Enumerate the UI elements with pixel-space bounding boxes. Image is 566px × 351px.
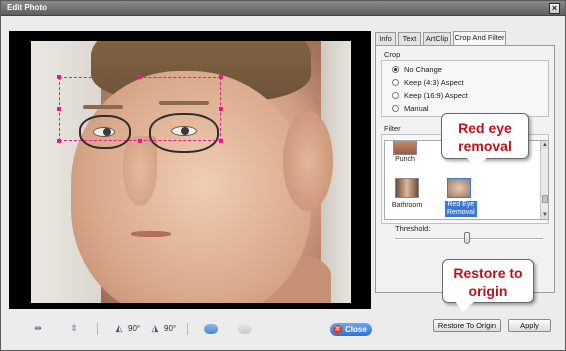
- next-icon[interactable]: [238, 324, 252, 334]
- toolbar-divider: [97, 323, 98, 335]
- tab-artclip[interactable]: ArtClip: [423, 32, 451, 45]
- restore-callout: Restore to origin: [442, 259, 534, 312]
- threshold-label: Threshold:: [395, 224, 431, 233]
- scroll-down-icon[interactable]: ▼: [541, 211, 548, 219]
- callout-line: removal: [458, 138, 512, 154]
- selection-handle[interactable]: [57, 75, 61, 79]
- punch-thumbnail[interactable]: [393, 141, 417, 155]
- radio-button-icon: [392, 66, 399, 73]
- radio-button-icon: [392, 79, 399, 86]
- red-eye-thumbnail[interactable]: [447, 178, 471, 198]
- close-button-label: Close: [345, 325, 367, 334]
- rotate-left-angle[interactable]: 90°: [128, 324, 140, 333]
- crop-option-16-9[interactable]: Keep (16:9) Aspect: [392, 90, 468, 101]
- crop-label: Crop: [384, 50, 401, 59]
- selection-handle[interactable]: [57, 107, 61, 111]
- crop-option-manual[interactable]: Manual: [392, 103, 429, 114]
- filter-label-bathroom[interactable]: Bathroom: [387, 202, 427, 210]
- selection-handle[interactable]: [138, 75, 142, 79]
- filter-label-line: Removal: [447, 209, 475, 216]
- close-icon: ✕: [333, 325, 342, 334]
- crop-group: No Change Keep (4:3) Aspect Keep (16:9) …: [381, 60, 549, 117]
- selection-handle[interactable]: [57, 139, 61, 143]
- edit-photo-window: Edit Photo × ⇹ ⇳ ◭ 90° ◮ 90° ✕ Close Inf…: [0, 0, 566, 351]
- filter-label-red-eye-removal[interactable]: Red Eye Removal: [445, 201, 477, 217]
- scrollbar-thumb[interactable]: [542, 195, 548, 203]
- crop-filter-panel: Crop No Change Keep (4:3) Aspect Keep (1…: [375, 45, 555, 293]
- image-toolbar: ⇹ ⇳ ◭ 90° ◮ 90° ✕ Close: [9, 319, 372, 339]
- selection-handle[interactable]: [138, 139, 142, 143]
- photo-image: [31, 41, 351, 303]
- toolbar-divider: [187, 323, 188, 335]
- crop-option-label: Keep (4:3) Aspect: [404, 78, 464, 87]
- radio-button-icon: [392, 92, 399, 99]
- scroll-up-icon[interactable]: ▲: [541, 141, 548, 149]
- filter-label: Filter: [384, 124, 401, 133]
- flip-horizontal-icon[interactable]: ⇹: [31, 322, 45, 335]
- threshold-slider-thumb[interactable]: [464, 232, 470, 244]
- window-title: Edit Photo: [7, 3, 47, 12]
- filter-scrollbar[interactable]: ▲ ▼: [540, 141, 548, 219]
- radio-button-icon: [392, 105, 399, 112]
- rotate-right-icon[interactable]: ◮: [149, 322, 161, 335]
- tab-crop-and-filter[interactable]: Crop And Filter: [453, 31, 506, 45]
- filter-label-line: Red Eye: [447, 201, 475, 208]
- crop-option-label: No Change: [404, 65, 442, 74]
- restore-to-origin-button[interactable]: Restore To Origin: [433, 319, 501, 332]
- photo-nose: [123, 136, 157, 206]
- callout-line: origin: [468, 283, 508, 299]
- crop-selection-box[interactable]: [59, 77, 221, 141]
- photo-ear: [283, 111, 333, 211]
- tab-text[interactable]: Text: [398, 32, 421, 45]
- crop-option-label: Keep (16:9) Aspect: [404, 91, 468, 100]
- callout-line: Restore to: [453, 265, 523, 281]
- callout-line: Red eye: [458, 120, 512, 136]
- crop-option-label: Manual: [404, 104, 429, 113]
- close-button[interactable]: ✕ Close: [330, 323, 372, 336]
- selection-handle[interactable]: [219, 107, 223, 111]
- selection-handle[interactable]: [219, 139, 223, 143]
- previous-icon[interactable]: [204, 324, 218, 334]
- flip-vertical-icon[interactable]: ⇳: [67, 322, 81, 335]
- selection-handle[interactable]: [219, 75, 223, 79]
- photo-mouth: [131, 231, 171, 237]
- bathroom-thumbnail[interactable]: [395, 178, 419, 198]
- window-close-button[interactable]: ×: [549, 3, 560, 14]
- title-bar: Edit Photo ×: [1, 1, 565, 16]
- crop-option-no-change[interactable]: No Change: [392, 64, 442, 75]
- tab-info[interactable]: Info: [375, 32, 396, 45]
- photo-preview: [9, 31, 371, 309]
- filter-label-punch[interactable]: Punch: [391, 156, 419, 164]
- red-eye-callout: Red eye removal: [441, 113, 529, 168]
- crop-option-4-3[interactable]: Keep (4:3) Aspect: [392, 77, 464, 88]
- rotate-left-icon[interactable]: ◭: [113, 322, 125, 335]
- rotate-right-angle[interactable]: 90°: [164, 324, 176, 333]
- apply-button[interactable]: Apply: [508, 319, 551, 332]
